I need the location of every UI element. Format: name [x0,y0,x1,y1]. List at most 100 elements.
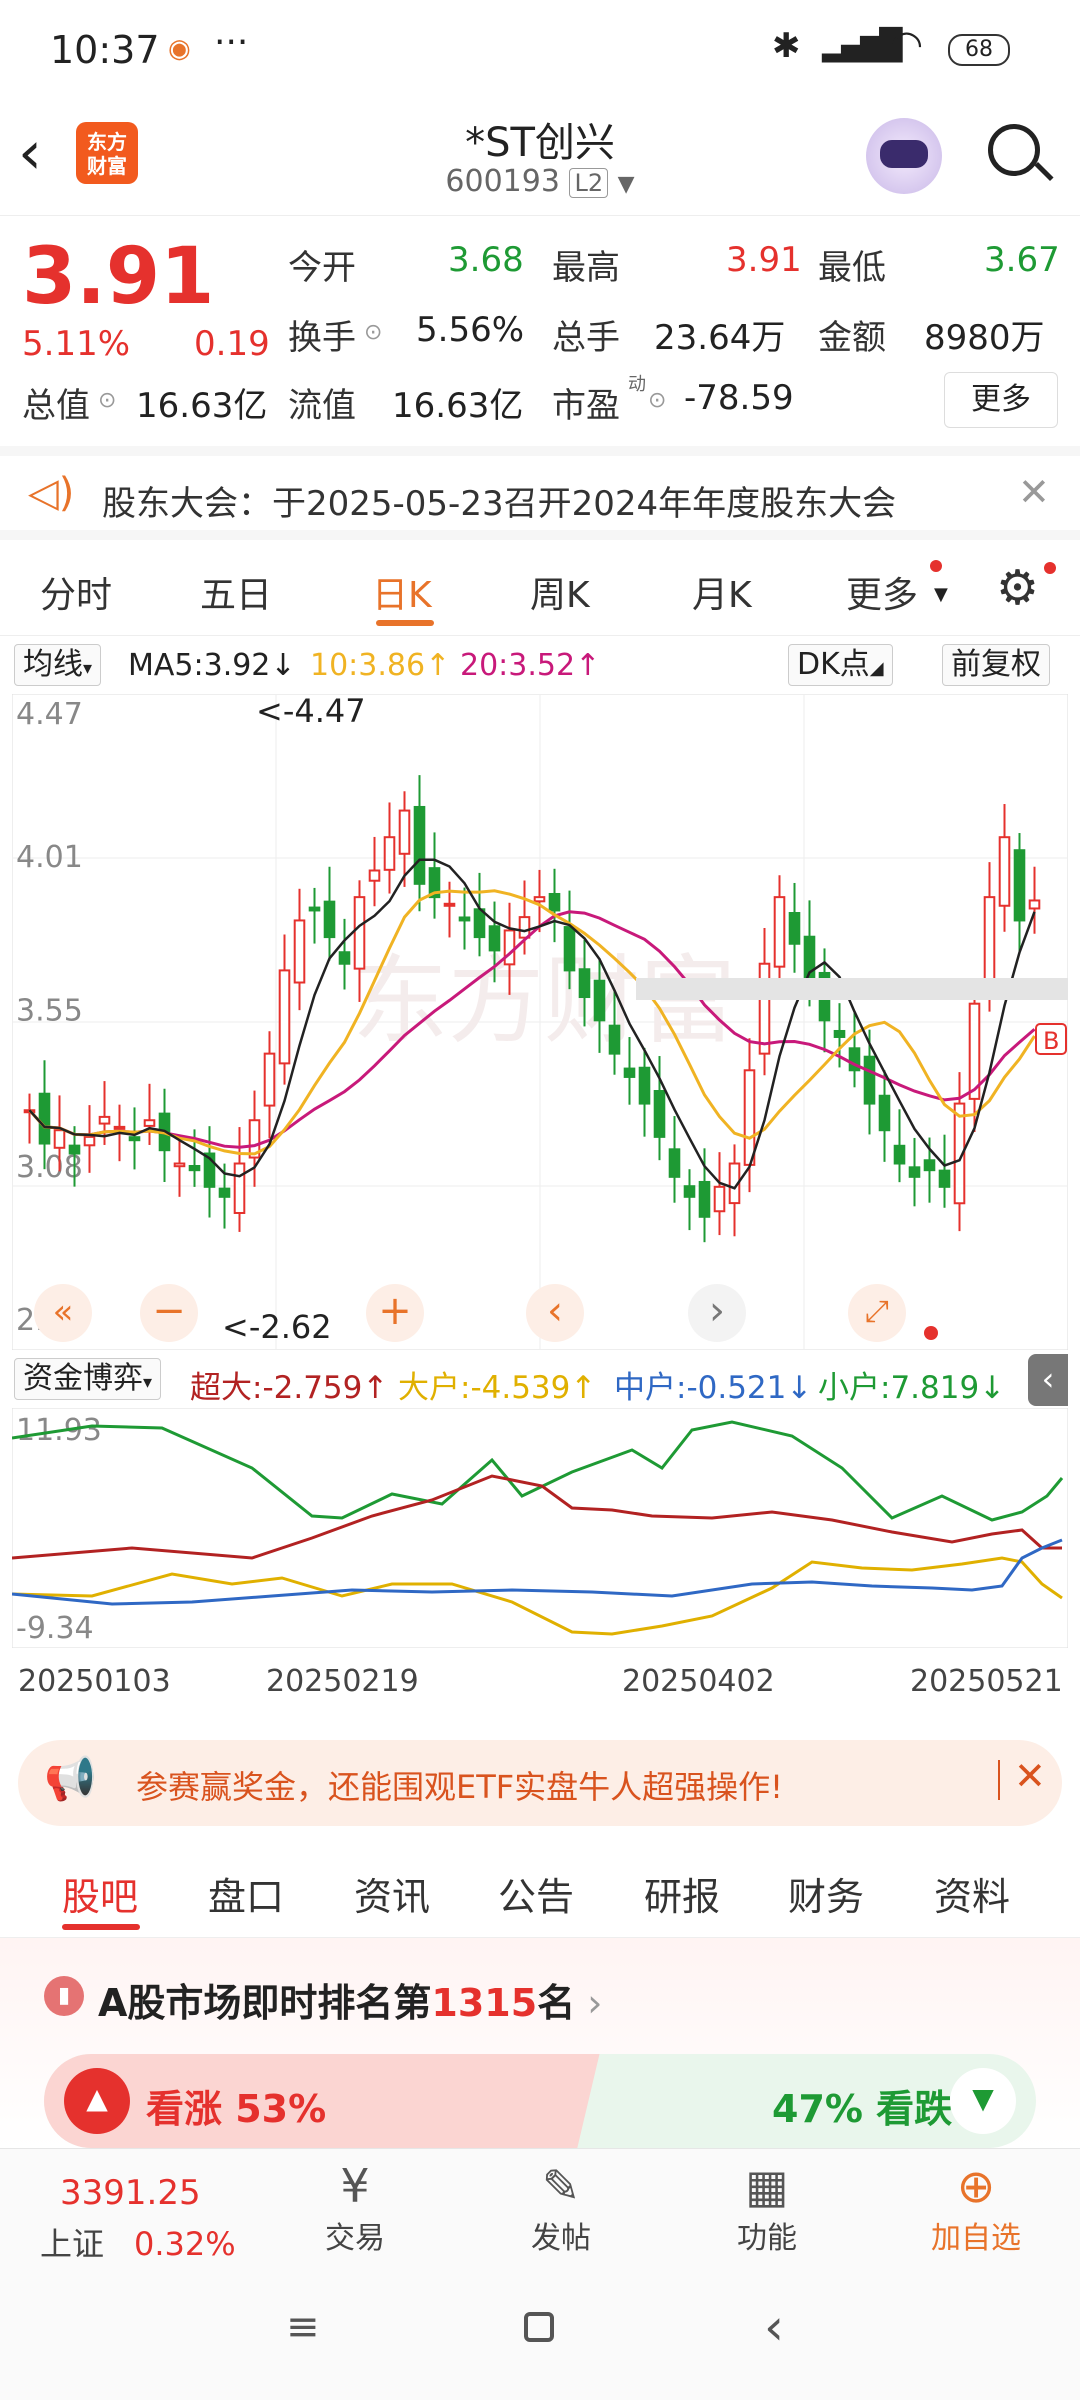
candle-body [233,1162,246,1214]
candle-body [143,1119,156,1127]
pe-dynamic-sup: 动 [628,374,646,395]
back-nav-icon[interactable]: ‹ [764,2298,784,2356]
candle-body [98,1115,111,1125]
volume-label: 总手 [552,318,620,358]
scroll-right-icon[interactable]: › [688,1284,746,1342]
robot-assistant-icon[interactable] [866,118,942,194]
tab-daily-k[interactable]: 日K [372,566,432,618]
zoom-out-icon[interactable]: − [140,1284,198,1342]
tab-profile[interactable]: 资料 [934,1866,1010,1921]
more-button[interactable]: 更多 [944,372,1058,428]
low-value: 3.67 [984,240,1060,280]
candle-body [758,962,771,1055]
bearish-button-icon[interactable]: ▼ [950,2068,1016,2134]
info-icon[interactable]: ⊙ [648,388,666,413]
collapse-panel-icon[interactable]: ‹ [1028,1354,1068,1406]
chevron-down-icon: ▼ [617,172,635,197]
candle-body [83,1135,96,1147]
high-value: 3.91 [726,240,802,280]
bottom-toolbar: 3391.25 上证 0.32% ¥ 交易 ✎ 发帖 ▦ 功能 ⊕ 加自选 [0,2148,1080,2268]
tab-monthly-k[interactable]: 月K [692,566,752,618]
candle-body [983,896,996,990]
candle-body [938,1169,951,1188]
red-dot-badge [1044,562,1056,574]
ma-toolbar: 均线▾ MA5:3.92↓ 10:3.86↑ 20:3.52↑ DK点◢ 前复权 [0,636,1080,696]
tab-intraday[interactable]: 分时 [40,566,112,618]
battery-icon: 68 [948,34,1010,66]
ranking-text[interactable]: A股市场即时排名第1315名 › [98,1972,602,2027]
candle-body [638,1066,651,1105]
mcap-value: 16.63亿 [136,386,268,426]
adjust-select[interactable]: 前复权 [942,644,1050,686]
chart-period-tabs: 分时 五日 日K 周K 月K 更多 ▼ ⚙ [0,540,1080,636]
candle-body [683,1185,696,1198]
date-label: 20250402 [622,1664,775,1699]
candle-body [1028,899,1041,910]
ma-select[interactable]: 均线▾ [14,644,102,686]
candle-body [533,896,546,903]
tab-weekly-k[interactable]: 周K [530,566,590,618]
candle-body [668,1148,681,1178]
change-percent: 5.11% [22,324,131,364]
zoom-in-icon[interactable]: + [366,1284,424,1342]
add-watchlist-button[interactable]: ⊕ 加自选 [916,2159,1036,2257]
content-tabs: 股吧 盘口 资讯 公告 研报 财务 资料 [0,1842,1080,1938]
function-button[interactable]: ▦ 功能 [712,2159,822,2257]
small-value: 小户:7.819↓ [818,1370,1006,1406]
fullscreen-icon[interactable]: ⤢ [848,1284,906,1342]
promo-banner[interactable]: 📢 参赛赢奖金，还能围观ETF实盘牛人超强操作! ✕ [18,1740,1062,1826]
tab-research[interactable]: 研报 [644,1866,720,1921]
bullish-label[interactable]: 看涨 53% [146,2078,326,2133]
dk-point-select[interactable]: DK点◢ [788,644,893,686]
scroll-left-icon[interactable]: ‹ [526,1284,584,1342]
capital-flow-chart[interactable]: 11.93 -9.34 [11,1407,1069,1649]
turnover-value: 5.56% [416,310,525,350]
scroll-fast-left-icon[interactable]: « [34,1284,92,1342]
candle-body [653,1089,666,1138]
bearish-label[interactable]: 47% 看跌 [772,2078,952,2133]
index-widget[interactable]: 3391.25 上证 0.32% [40,2173,240,2265]
tab-news[interactable]: 资讯 [354,1866,430,1921]
capital-flow-header: 资金博弈▾ 超大:-2.759↑ 大户:-4.539↑ 中户:-0.521↓ 小… [0,1352,1080,1408]
candle-body [698,1180,711,1218]
candle-body [443,902,456,907]
trade-button[interactable]: ¥ 交易 [300,2159,410,2257]
mcap-label: 总值 [22,386,90,426]
signal-icon: ▂▄▆█ [822,28,902,63]
settings-gear-icon[interactable]: ⚙ [996,560,1039,616]
date-label: 20250521 [910,1664,1063,1699]
status-bar: 10:37 ◉ ··· ✱ ▂▄▆█ ◠ 68 [0,0,1080,100]
speaker-icon: ◁) [28,470,75,516]
close-icon[interactable]: ✕ [1014,1754,1046,1798]
current-price: 3.91 [22,232,215,322]
candle-body [623,1067,636,1078]
candlestick-chart[interactable]: 东方财富 4.474.013.553.082.62 <-4.47 <-2.62 … [11,692,1069,1351]
candle-body [383,836,396,871]
y-tick-label: 3.08 [16,1150,83,1185]
tab-guba[interactable]: 股吧 [62,1866,138,1921]
home-icon[interactable] [524,2312,554,2342]
candle-body [473,908,486,939]
menu-icon[interactable]: ≡ [286,2304,320,2350]
search-icon[interactable] [988,124,1054,182]
cap-y-bottom: -9.34 [16,1611,94,1646]
notice-banner[interactable]: ◁) 股东大会：于2025-05-23召开2024年年度股东大会 ✕ [0,446,1080,540]
post-button[interactable]: ✎ 发帖 [506,2159,616,2257]
volume-value: 23.64万 [654,318,786,358]
tab-finance[interactable]: 财务 [788,1866,864,1921]
tab-handicap[interactable]: 盘口 [208,1866,284,1921]
tab-announcement[interactable]: 公告 [498,1866,574,1921]
kchart-svg: 东方财富 4.474.013.553.082.62 <-4.47 <-2.62 … [11,692,1069,1351]
close-icon[interactable]: ✕ [1018,470,1050,514]
capital-select[interactable]: 资金博弈▾ [14,1358,162,1400]
tab-more[interactable]: 更多 [846,566,918,618]
candle-body [458,916,471,922]
candle-body [278,969,291,1065]
bluetooth-icon: ✱ [772,26,801,66]
y-tick-label: 3.55 [16,993,83,1028]
high-label: 最高 [552,248,620,288]
info-icon[interactable]: ⊙ [98,388,116,413]
info-icon[interactable]: ⊙ [364,320,382,345]
tab-five-day[interactable]: 五日 [200,566,272,618]
bullish-button-icon[interactable]: ▲ [64,2068,130,2134]
